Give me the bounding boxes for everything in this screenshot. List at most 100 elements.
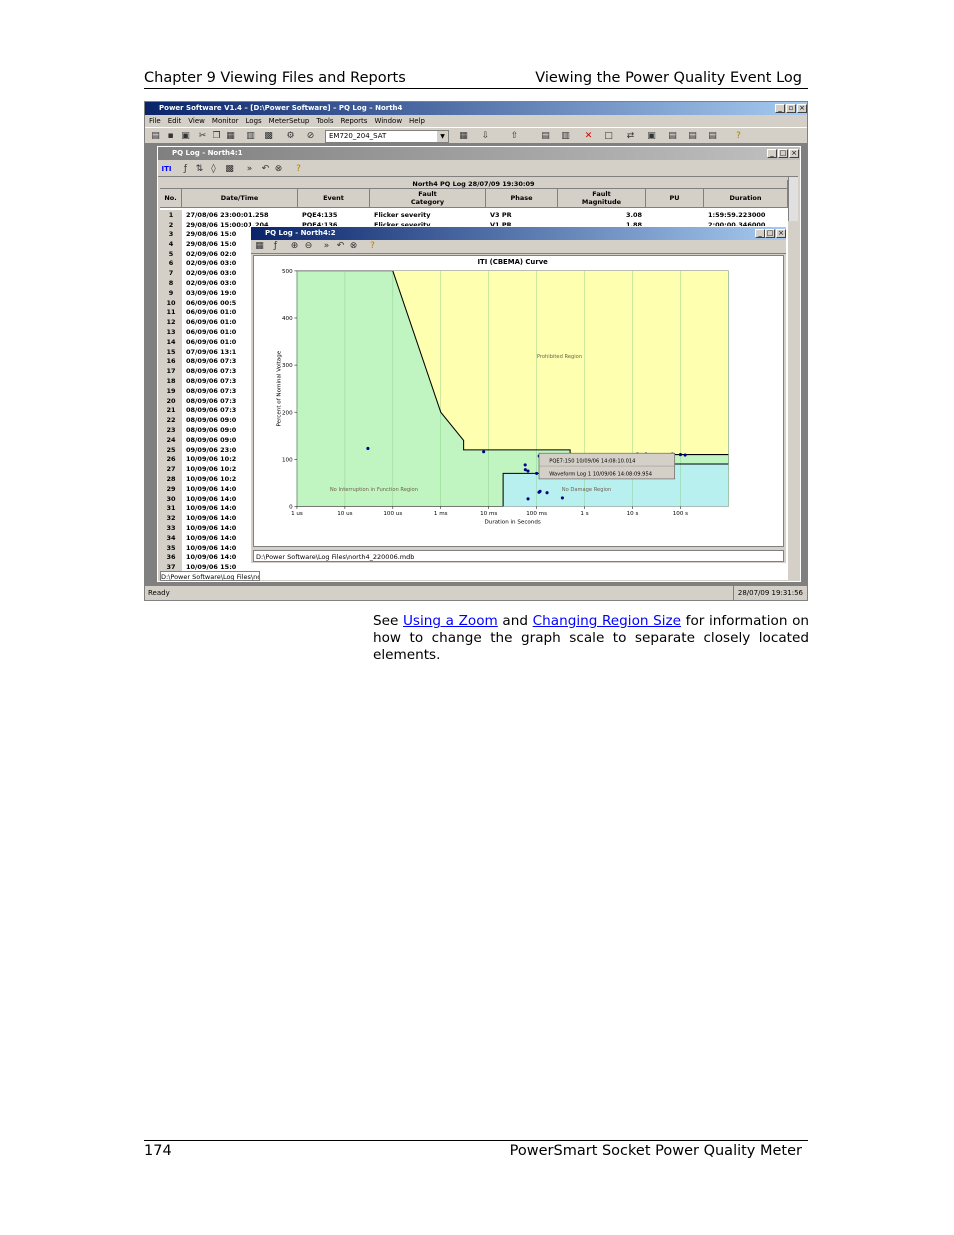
- transfer-icon[interactable]: ⇄: [625, 131, 636, 142]
- pq-log-minimize-icon[interactable]: _: [767, 149, 777, 158]
- close-icon[interactable]: ×: [797, 104, 807, 113]
- table-row[interactable]: 16 08/09/06 07:3: [160, 357, 256, 369]
- stop-icon[interactable]: ✕: [583, 131, 594, 142]
- table-row[interactable]: 10 06/09/06 00:5: [160, 298, 256, 310]
- menu-file[interactable]: File: [149, 117, 161, 125]
- column-header[interactable]: PU: [646, 189, 704, 208]
- table-row[interactable]: 5 02/09/06 02:0: [160, 249, 256, 261]
- table-row[interactable]: 17 08/09/06 07:3: [160, 367, 256, 378]
- menu-edit[interactable]: Edit: [168, 117, 182, 125]
- device-select[interactable]: EM720_204_SAT: [325, 130, 449, 143]
- log-icon[interactable]: ▣: [646, 131, 657, 142]
- iti-undo-icon[interactable]: ↶: [335, 241, 346, 252]
- column-header[interactable]: Event: [298, 189, 370, 208]
- table-row[interactable]: 6 02/09/06 03:0: [160, 259, 256, 271]
- filter-icon[interactable]: ◊: [208, 164, 219, 175]
- table-row[interactable]: 32 10/09/06 14:0: [160, 514, 256, 525]
- grid-icon[interactable]: ▦: [254, 241, 265, 252]
- table-row[interactable]: 4 29/08/06 15:0: [160, 239, 256, 251]
- print-icon[interactable]: ▣: [180, 131, 191, 142]
- iti-forward-icon[interactable]: »: [321, 241, 332, 252]
- copy-icon[interactable]: ❐: [211, 131, 222, 142]
- chart-icon[interactable]: ▤: [540, 131, 551, 142]
- table-row[interactable]: 35 10/09/06 14:0: [160, 543, 256, 555]
- menu-monitor[interactable]: Monitor: [212, 117, 239, 125]
- menu-tools[interactable]: Tools: [316, 117, 333, 125]
- iti-icon[interactable]: ITI: [161, 164, 172, 175]
- table-row[interactable]: 21 08/09/06 07:3: [160, 406, 256, 418]
- zoom-out-icon[interactable]: ⊖: [303, 241, 314, 252]
- table-row[interactable]: 28 10/09/06 10:2: [160, 475, 256, 486]
- column-header[interactable]: Date/Time: [182, 189, 298, 208]
- pq-log-help-icon[interactable]: ?: [293, 164, 304, 175]
- table-row[interactable]: 11 06/09/06 01:0: [160, 308, 256, 320]
- paste-icon[interactable]: ▦: [225, 131, 236, 142]
- column-header[interactable]: Fault Magnitude: [558, 189, 646, 208]
- table-row[interactable]: 26 10/09/06 10:2: [160, 455, 256, 467]
- table-row[interactable]: 1 27/08/06 23:00:01.258 PQE4:135 Flicker se…: [160, 210, 788, 221]
- column-header[interactable]: No.: [160, 189, 182, 208]
- upload-icon[interactable]: ⇧: [509, 131, 520, 142]
- changing-region-size-link[interactable]: Changing Region Size: [533, 613, 681, 629]
- restore-icon[interactable]: ▫: [786, 104, 796, 113]
- properties-icon[interactable]: ▩: [263, 131, 274, 142]
- table-row[interactable]: 34 10/09/06 14:0: [160, 533, 256, 545]
- cancel-icon[interactable]: ⊗: [273, 164, 284, 175]
- connect-icon[interactable]: ⊘: [305, 131, 316, 142]
- table-row[interactable]: 33 10/09/06 14:0: [160, 524, 256, 535]
- table-row[interactable]: 29 10/09/06 14:0: [160, 484, 256, 496]
- gen-icon[interactable]: ▤: [667, 131, 678, 142]
- iti-minimize-icon[interactable]: _: [755, 229, 765, 238]
- iti-help-icon[interactable]: ?: [367, 241, 378, 252]
- table-row[interactable]: 27 10/09/06 10:2: [160, 465, 256, 476]
- download-icon[interactable]: ⇩: [480, 131, 491, 142]
- iti-cancel-icon[interactable]: ⊗: [348, 241, 359, 252]
- log-view-icon[interactable]: ▤: [687, 131, 698, 142]
- table-row[interactable]: 7 02/09/06 03:0: [160, 269, 256, 280]
- column-header[interactable]: Phase: [486, 189, 558, 208]
- iti-function-icon[interactable]: ƒ: [270, 241, 281, 252]
- menu-reports[interactable]: Reports: [341, 117, 368, 125]
- function-icon[interactable]: ƒ: [180, 164, 191, 175]
- menu-logs[interactable]: Logs: [246, 117, 262, 125]
- save-icon[interactable]: ▪: [165, 131, 176, 142]
- using-a-zoom-link[interactable]: Using a Zoom: [403, 613, 498, 629]
- table-row[interactable]: 22 08/09/06 09:0: [160, 416, 256, 427]
- help-icon[interactable]: ?: [733, 131, 744, 142]
- settings-icon[interactable]: ⚙: [285, 131, 296, 142]
- menu-metersetup[interactable]: MeterSetup: [269, 117, 310, 125]
- table-row[interactable]: 14 06/09/06 01:0: [160, 337, 256, 349]
- forward-icon[interactable]: »: [244, 164, 255, 175]
- table-row[interactable]: 24 08/09/06 09:0: [160, 435, 256, 447]
- table-row[interactable]: 12 06/09/06 01:0: [160, 318, 256, 329]
- reset-icon[interactable]: □: [603, 131, 614, 142]
- table-row[interactable]: 31 10/09/06 14:0: [160, 504, 256, 516]
- table-row[interactable]: 30 10/09/06 14:0: [160, 494, 256, 506]
- table-row[interactable]: 36 10/09/06 14:0: [160, 553, 256, 565]
- iti-close-icon[interactable]: ×: [776, 229, 786, 238]
- table-row[interactable]: 19 08/09/06 07:3: [160, 386, 256, 398]
- column-header[interactable]: Duration: [704, 189, 788, 208]
- sort-icon[interactable]: ⇅: [194, 164, 205, 175]
- table-row[interactable]: 18 08/09/06 07:3: [160, 377, 256, 388]
- graph-icon[interactable]: ▥: [560, 131, 571, 142]
- table-row[interactable]: 3 29/08/06 15:0: [160, 230, 256, 241]
- tou-icon[interactable]: ▤: [707, 131, 718, 142]
- menu-window[interactable]: Window: [374, 117, 402, 125]
- table-row[interactable]: 25 09/09/06 23:0: [160, 445, 256, 457]
- table-row[interactable]: 8 02/09/06 03:0: [160, 279, 256, 290]
- iti-maximize-icon[interactable]: □: [765, 229, 775, 238]
- table-row[interactable]: 13 06/09/06 01:0: [160, 328, 256, 339]
- table-row[interactable]: 9 03/09/06 19:0: [160, 288, 256, 300]
- table-row[interactable]: 23 08/09/06 09:0: [160, 426, 256, 437]
- table-row[interactable]: 15 07/09/06 13:1: [160, 347, 256, 359]
- minimize-icon[interactable]: _: [775, 104, 785, 113]
- zoom-in-icon[interactable]: ⊕: [289, 241, 300, 252]
- pq-log-scrollbar[interactable]: [788, 177, 798, 221]
- open-icon[interactable]: ▤: [150, 131, 161, 142]
- cut-icon[interactable]: ✂: [197, 131, 208, 142]
- column-header[interactable]: Fault Category: [370, 189, 486, 208]
- options-icon[interactable]: ▩: [224, 164, 235, 175]
- menu-view[interactable]: View: [188, 117, 205, 125]
- table-icon[interactable]: ▦: [458, 131, 469, 142]
